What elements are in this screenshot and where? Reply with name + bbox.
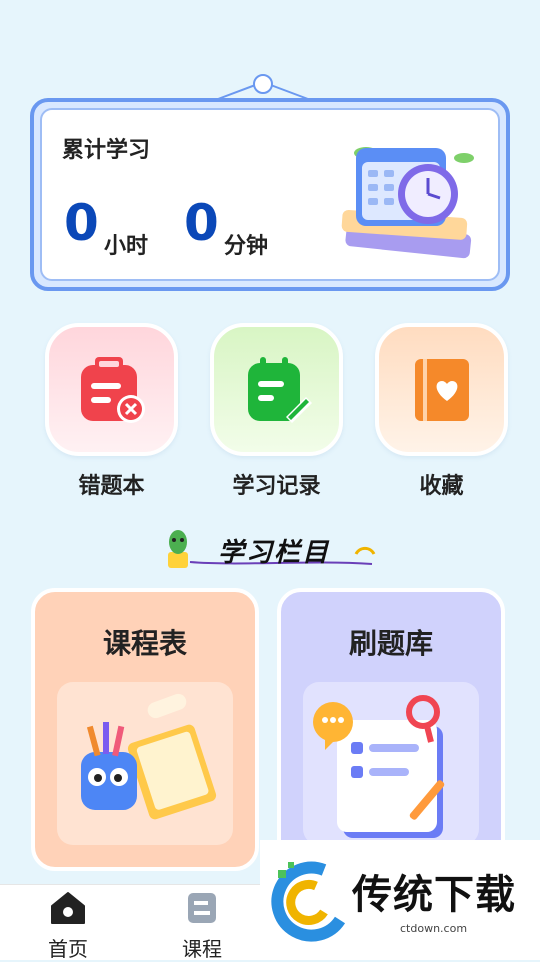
tab-course[interactable]: 课程 [162,891,242,962]
minutes-unit: 分钟 [224,234,269,259]
favorites-label: 收藏 [419,474,464,499]
favorites-button[interactable]: 收藏 [375,323,508,500]
watermark-text: 传统下载 [352,872,516,918]
watermark-overlay: 传统下载 ctdown.com [260,840,540,960]
wrong-questions-button[interactable]: 错题本 [45,323,178,500]
study-stats-card: 累计学习 0 小时 0 分钟 [30,98,510,291]
tab-home[interactable]: 首页 [28,891,108,962]
section-header: 学习栏目 [160,526,380,574]
question-bank-title: 刷题库 [348,627,433,660]
hanger-decoration [217,74,309,100]
notepad-pen-icon [247,356,312,423]
home-icon [51,892,85,924]
hours-unit: 小时 [104,234,149,259]
course-schedule-card[interactable]: 课程表 [31,588,259,871]
course-icon [188,893,216,923]
hours-value: 0 [64,194,99,252]
tab-home-label: 首页 [48,937,88,961]
study-record-label: 学习记录 [232,474,321,499]
watermark-url: ctdown.com [400,922,468,935]
calendar-clock-illustration [341,147,474,259]
watermark-logo-icon [271,861,346,942]
question-bank-card[interactable]: 刷题库 [277,588,505,871]
heart-book-icon [414,358,469,421]
course-schedule-illustration [57,682,233,845]
minutes-value: 0 [184,194,219,252]
tab-course-label: 课程 [182,937,222,961]
wrong-questions-label: 错题本 [78,474,145,499]
section-title: 学习栏目 [218,538,331,568]
clipboard-x-icon [80,356,145,423]
stats-title: 累计学习 [62,138,151,163]
study-record-button[interactable]: 学习记录 [210,323,343,500]
course-schedule-title: 课程表 [102,627,187,660]
question-bank-illustration [303,682,479,845]
